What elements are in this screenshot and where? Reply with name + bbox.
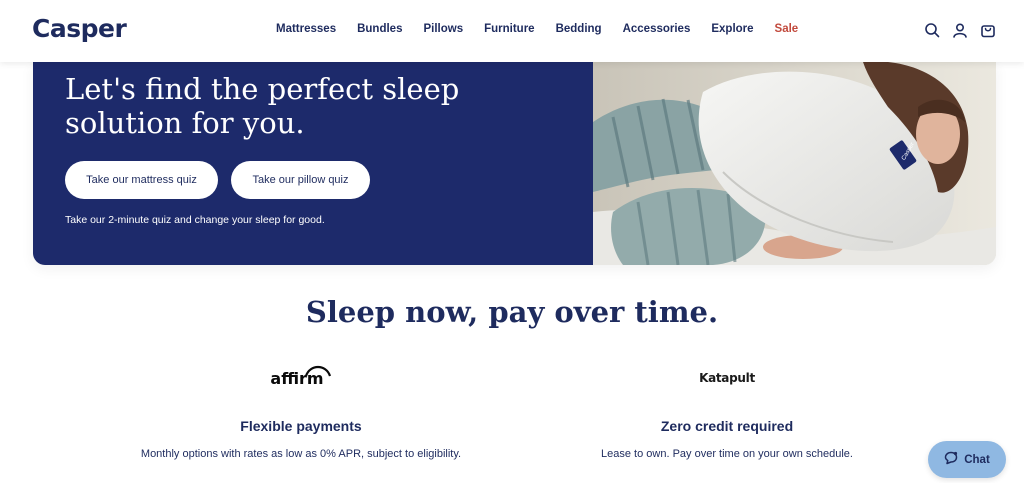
search-icon[interactable] bbox=[924, 22, 940, 38]
nav-mattresses[interactable]: Mattresses bbox=[276, 23, 336, 35]
payment-option-affirm: affirm Flexible payments Monthly options… bbox=[86, 360, 516, 460]
zero-credit-description: Lease to own. Pay over time on your own … bbox=[601, 448, 853, 460]
katapult-logo: Katapult bbox=[512, 360, 942, 396]
flexible-payments-description: Monthly options with rates as low as 0% … bbox=[140, 448, 462, 460]
nav-accessories[interactable]: Accessories bbox=[623, 23, 691, 35]
nav-explore[interactable]: Explore bbox=[711, 23, 753, 35]
zero-credit-heading: Zero credit required bbox=[660, 418, 794, 434]
nav-furniture[interactable]: Furniture bbox=[484, 23, 534, 35]
casper-logo[interactable]: Casper bbox=[32, 14, 127, 43]
chat-bubble-icon bbox=[944, 451, 958, 468]
chat-label: Chat bbox=[964, 453, 990, 466]
flexible-payments-heading: Flexible payments bbox=[240, 418, 362, 434]
account-icon[interactable] bbox=[952, 22, 968, 38]
pay-over-time-heading: Sleep now, pay over time. bbox=[305, 295, 719, 329]
affirm-logo: affirm bbox=[86, 360, 516, 396]
nav-bundles[interactable]: Bundles bbox=[357, 23, 402, 35]
hero-image-sleeping-person: Casper bbox=[593, 62, 996, 265]
cart-icon[interactable] bbox=[980, 22, 996, 38]
affirm-logo-text: affirm bbox=[270, 368, 324, 388]
mattress-quiz-button[interactable]: Take our mattress quiz bbox=[65, 161, 218, 199]
nav-bedding[interactable]: Bedding bbox=[556, 23, 602, 35]
header-icons bbox=[924, 22, 996, 38]
katapult-logo-text: Katapult bbox=[699, 371, 755, 385]
nav-sale[interactable]: Sale bbox=[775, 23, 799, 35]
hero-text-panel: Let's find the perfect sleep solution fo… bbox=[33, 62, 593, 265]
hero-title: Let's find the perfect sleep solution fo… bbox=[65, 72, 460, 140]
hero-subtitle: Take our 2-minute quiz and change your s… bbox=[65, 214, 325, 226]
payment-option-katapult: Katapult Zero credit required Lease to o… bbox=[512, 360, 942, 460]
site-header: Casper Mattresses Bundles Pillows Furnit… bbox=[0, 0, 1024, 62]
sleeping-person-illustration: Casper bbox=[593, 62, 996, 265]
chat-button[interactable]: Chat bbox=[928, 441, 1006, 478]
pillow-quiz-button[interactable]: Take our pillow quiz bbox=[231, 161, 370, 199]
main-nav: Mattresses Bundles Pillows Furniture Bed… bbox=[276, 23, 819, 35]
nav-pillows[interactable]: Pillows bbox=[423, 23, 463, 35]
quiz-hero-banner: Let's find the perfect sleep solution fo… bbox=[33, 62, 996, 265]
